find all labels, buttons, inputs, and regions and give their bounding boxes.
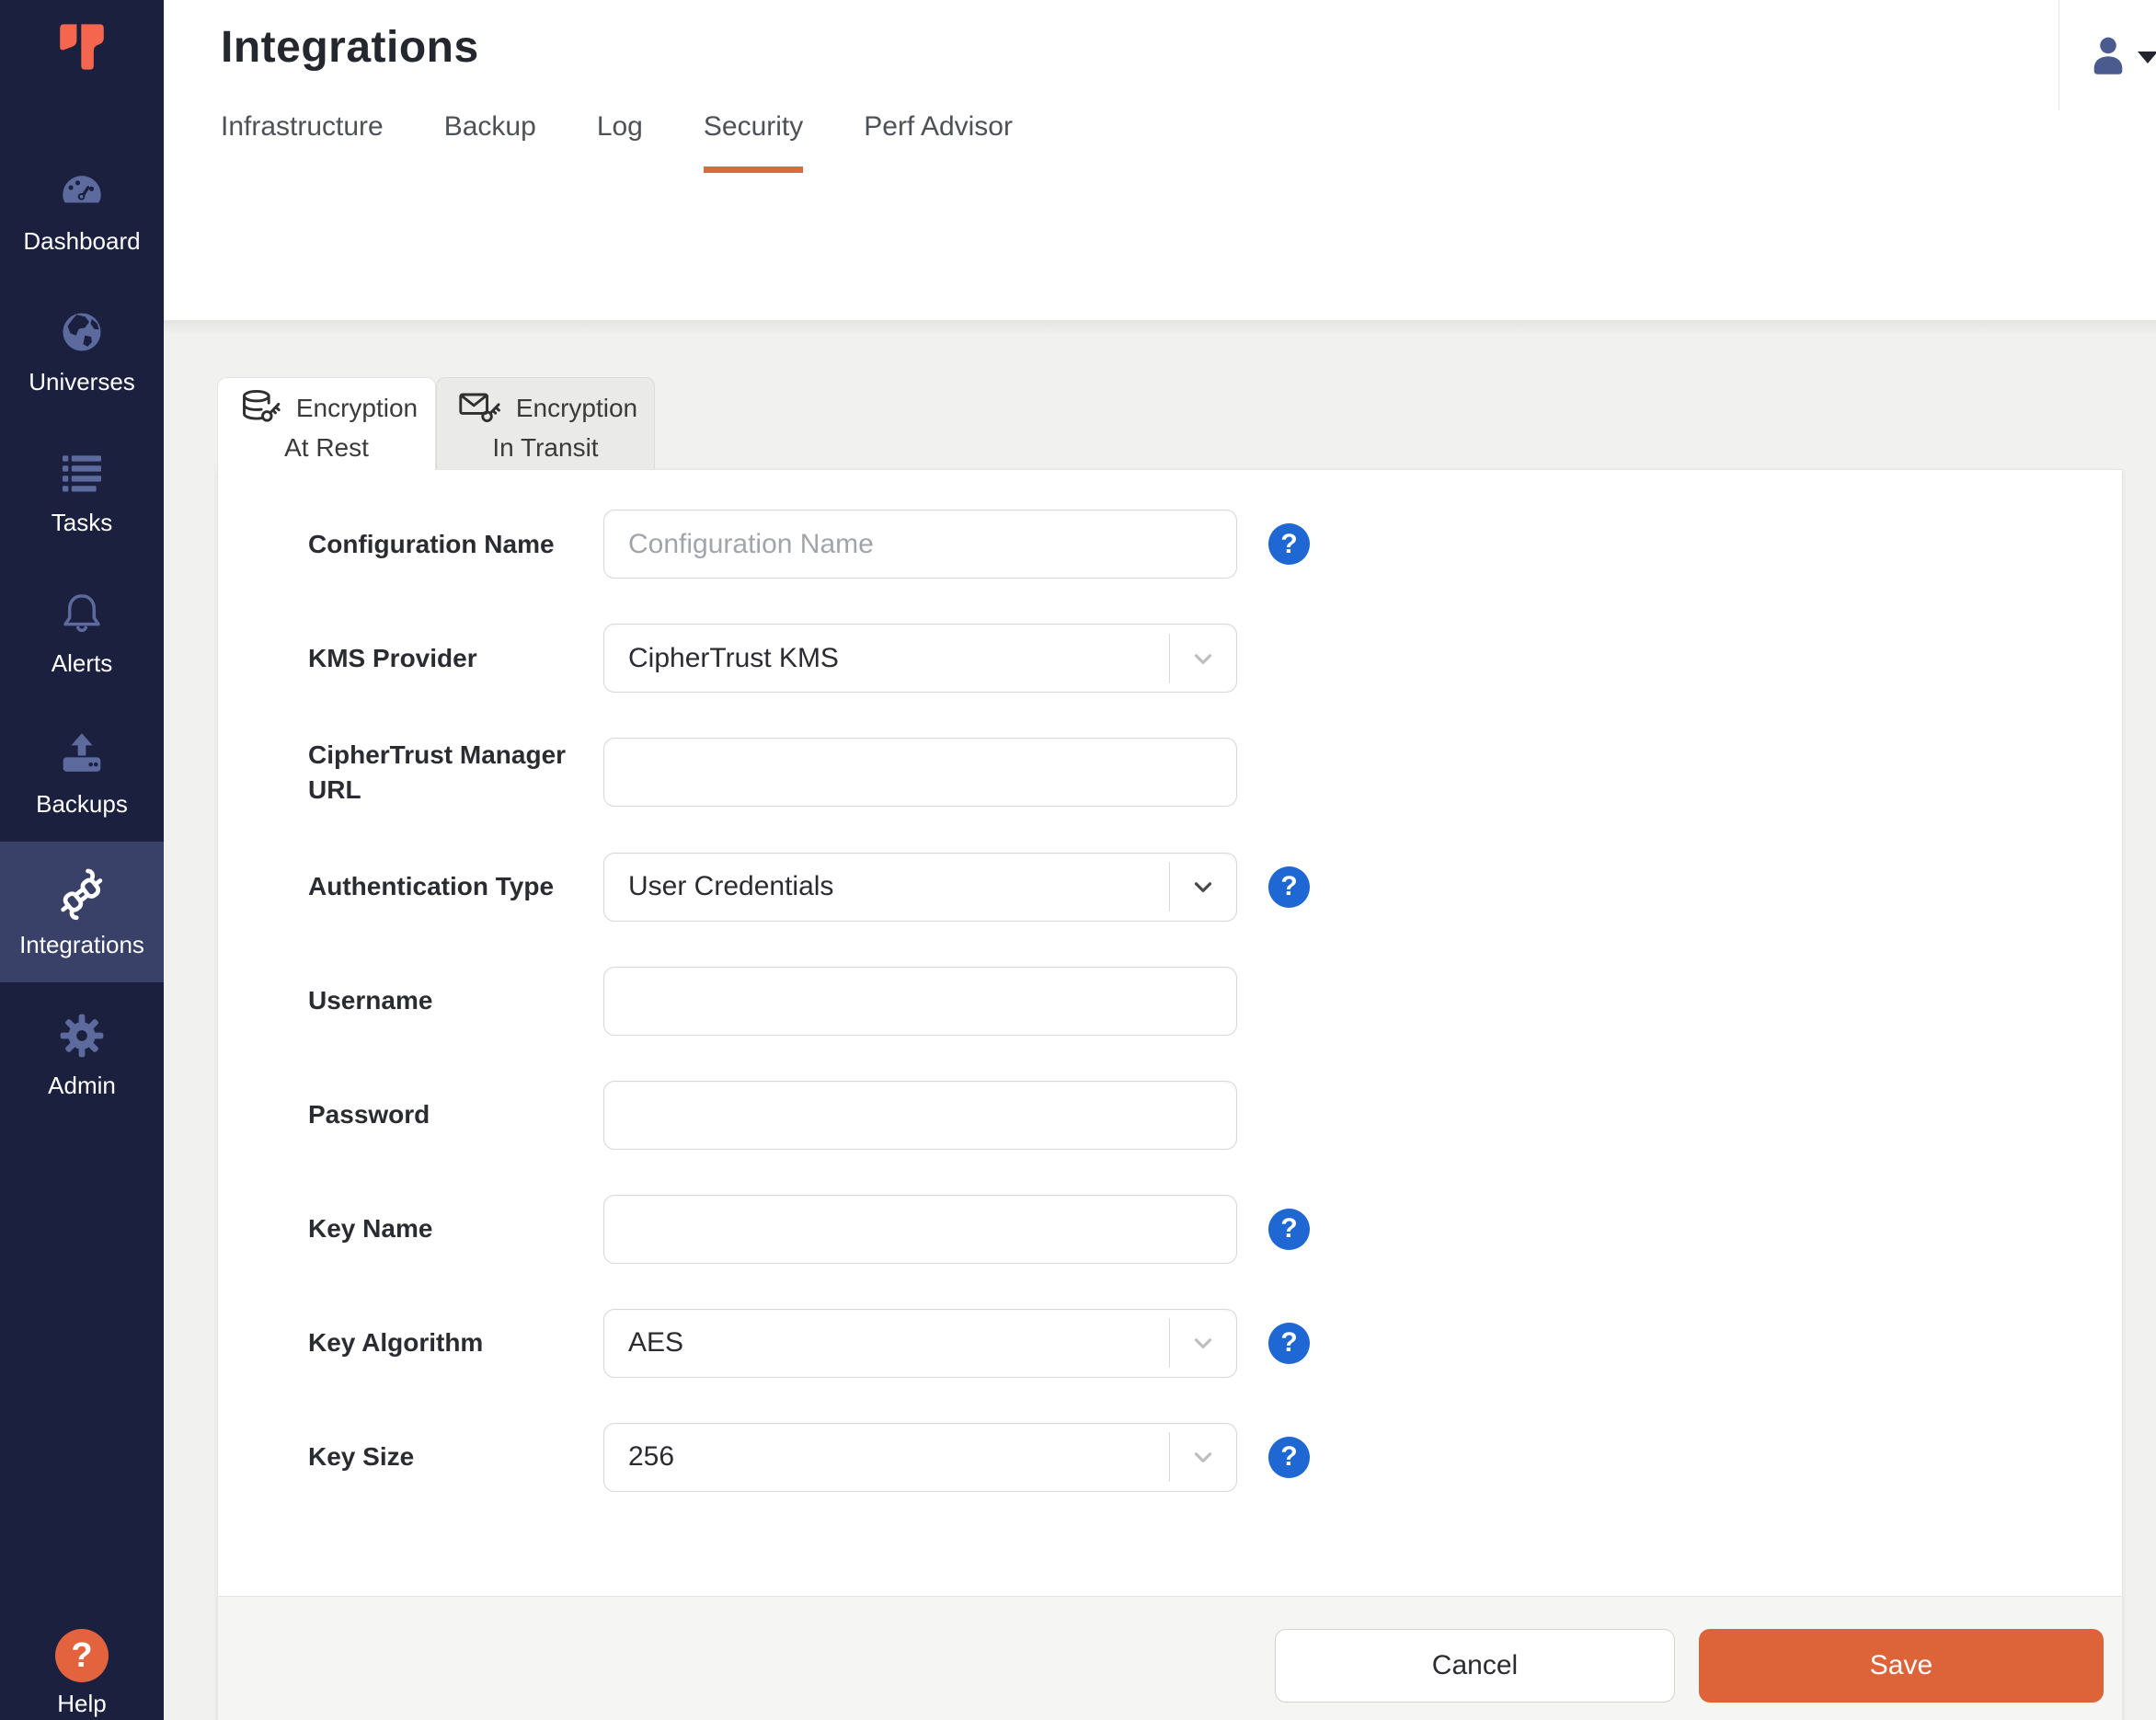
tab-label-line1: Encryption bbox=[515, 393, 638, 422]
sidebar-item-label: Integrations bbox=[19, 931, 144, 958]
username-input[interactable] bbox=[603, 966, 1237, 1036]
field-label: Username bbox=[308, 986, 433, 1015]
form-row: Configuration Name bbox=[308, 510, 2122, 579]
sidebar-item-label: Tasks bbox=[51, 509, 113, 536]
help-icon[interactable] bbox=[1268, 1436, 1310, 1478]
chevron-down-icon bbox=[1170, 645, 1236, 672]
tab-label-line2: At Rest bbox=[284, 433, 369, 462]
sidebar-item-integrations[interactable]: Integrations bbox=[0, 842, 164, 982]
gauge-icon bbox=[53, 161, 110, 222]
form-row: Key Size 256 bbox=[308, 1422, 2122, 1492]
select-value: 256 bbox=[628, 1441, 675, 1473]
kms-provider-select[interactable]: CipherTrust KMS bbox=[603, 624, 1237, 693]
password-input[interactable] bbox=[603, 1080, 1237, 1150]
field-label: Key Size bbox=[308, 1442, 415, 1472]
sidebar-item-backups[interactable]: Backups bbox=[0, 701, 164, 842]
help-icon[interactable] bbox=[1268, 523, 1310, 565]
sidebar-item-label: Help bbox=[57, 1690, 107, 1717]
user-menu[interactable] bbox=[2059, 0, 2156, 110]
field-label: Key Name bbox=[308, 1214, 433, 1244]
form-row: Username bbox=[308, 966, 2122, 1036]
help-icon[interactable] bbox=[1268, 1208, 1310, 1250]
tab-security[interactable]: Security bbox=[703, 111, 804, 173]
tab-label-line1: Encryption bbox=[295, 394, 419, 422]
field-label: Authentication Type bbox=[308, 872, 555, 901]
form-row: Password bbox=[308, 1080, 2122, 1150]
tab-encryption-at-rest[interactable]: Encryption At Rest bbox=[217, 377, 436, 470]
logo-y-icon bbox=[60, 24, 104, 70]
tab-perf-advisor[interactable]: Perf Advisor bbox=[864, 111, 1013, 173]
key-algorithm-select[interactable]: AES bbox=[603, 1308, 1237, 1378]
help-icon[interactable] bbox=[1268, 866, 1310, 908]
field-label: CipherTrust Manager URL bbox=[308, 740, 567, 804]
encryption-config-card: Configuration Name KMS Provider CipherTrus… bbox=[217, 469, 2123, 1720]
tab-infrastructure[interactable]: Infrastructure bbox=[221, 111, 384, 173]
question-icon: ? bbox=[55, 1629, 109, 1682]
task-list-icon bbox=[54, 442, 109, 503]
sidebar-item-label: Universes bbox=[29, 368, 135, 396]
yugabyte-logo bbox=[0, 0, 164, 138]
key-name-input[interactable] bbox=[603, 1194, 1237, 1264]
help-icon[interactable] bbox=[1268, 1322, 1310, 1364]
sidebar-item-universes[interactable]: Universes bbox=[0, 279, 164, 419]
cancel-button[interactable]: Cancel bbox=[1275, 1629, 1675, 1703]
gear-icon bbox=[56, 1005, 108, 1066]
form-row: Key Name bbox=[308, 1194, 2122, 1264]
bell-icon bbox=[56, 583, 108, 644]
sidebar-item-alerts[interactable]: Alerts bbox=[0, 560, 164, 701]
chevron-down-icon bbox=[1170, 1329, 1236, 1357]
form-row: KMS Provider CipherTrust KMS bbox=[308, 624, 2122, 693]
configuration-name-input[interactable] bbox=[603, 510, 1237, 579]
chevron-down-icon bbox=[1170, 1443, 1236, 1471]
content-area: Encryption At Rest Encryption In Transit Co… bbox=[164, 320, 2156, 1720]
select-value: AES bbox=[628, 1327, 684, 1359]
sidebar-item-label: Dashboard bbox=[23, 227, 141, 255]
sidebar-item-dashboard[interactable]: Dashboard bbox=[0, 138, 164, 279]
field-label: Configuration Name bbox=[308, 529, 555, 558]
sidebar-item-help[interactable]: ? Help bbox=[0, 1629, 164, 1720]
page-header: Integrations Infrastructure Backup Log Secu… bbox=[164, 0, 2156, 320]
field-label: KMS Provider bbox=[308, 643, 477, 672]
sidebar-item-tasks[interactable]: Tasks bbox=[0, 419, 164, 560]
form-row: Authentication Type User Credentials bbox=[308, 852, 2122, 922]
sidebar-nav: Dashboard Universes Tasks Alerts Backups Inte… bbox=[0, 138, 164, 1123]
user-icon bbox=[2093, 37, 2122, 75]
authentication-type-select[interactable]: User Credentials bbox=[603, 852, 1237, 922]
chevron-down-icon bbox=[1170, 873, 1236, 900]
select-value: User Credentials bbox=[628, 871, 834, 902]
encryption-tabs: Encryption At Rest Encryption In Transit bbox=[164, 320, 2156, 470]
plug-icon bbox=[52, 865, 112, 925]
form-row: Key Algorithm AES bbox=[308, 1308, 2122, 1378]
form-row: CipherTrust Manager URL bbox=[308, 738, 2122, 808]
page-title: Integrations bbox=[221, 23, 479, 72]
database-key-icon bbox=[235, 385, 285, 431]
sidebar: Dashboard Universes Tasks Alerts Backups Inte… bbox=[0, 0, 164, 1720]
tab-label-line2: In Transit bbox=[492, 432, 599, 462]
sidebar-item-label: Backups bbox=[36, 790, 128, 818]
header-tabs: Infrastructure Backup Log Security Perf Advi… bbox=[221, 111, 2156, 173]
backup-upload-icon bbox=[55, 724, 109, 785]
select-value: CipherTrust KMS bbox=[628, 642, 839, 673]
field-label: Password bbox=[308, 1100, 430, 1129]
mail-key-icon bbox=[453, 385, 505, 431]
save-button[interactable]: Save bbox=[1699, 1629, 2104, 1703]
tab-log[interactable]: Log bbox=[597, 111, 643, 173]
tab-encryption-in-transit[interactable]: Encryption In Transit bbox=[436, 377, 655, 469]
globe-icon bbox=[56, 302, 108, 362]
encryption-form: Configuration Name KMS Provider CipherTrus… bbox=[218, 470, 2122, 1596]
tab-backup[interactable]: Backup bbox=[444, 111, 536, 173]
sidebar-item-label: Admin bbox=[48, 1072, 116, 1099]
sidebar-item-admin[interactable]: Admin bbox=[0, 982, 164, 1123]
key-size-select[interactable]: 256 bbox=[603, 1422, 1237, 1492]
field-label: Key Algorithm bbox=[308, 1328, 484, 1358]
caret-down-icon bbox=[2138, 52, 2156, 63]
form-footer: Cancel Save bbox=[218, 1595, 2122, 1720]
ciphertrust-manager-url-input[interactable] bbox=[603, 738, 1237, 808]
sidebar-item-label: Alerts bbox=[51, 649, 113, 677]
